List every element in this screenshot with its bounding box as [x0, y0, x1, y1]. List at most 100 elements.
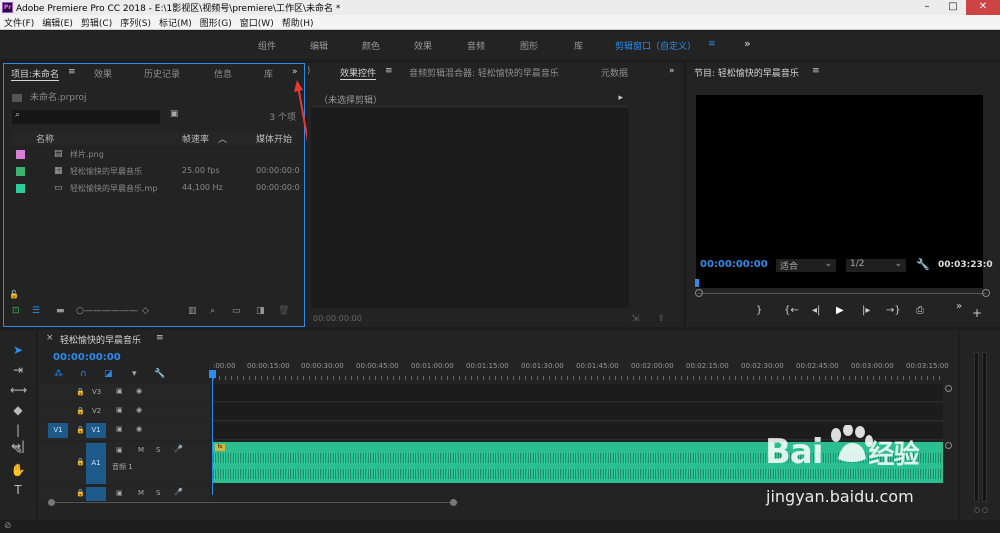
search-input[interactable]: ⌕	[12, 110, 160, 124]
solo-right-button[interactable]: ○	[982, 506, 988, 514]
menu-markers[interactable]: 标记(M)	[155, 16, 196, 29]
playhead-timecode[interactable]: 00:00:00:00	[700, 259, 768, 270]
workspace-audio[interactable]: 音频	[467, 39, 485, 52]
sync-lock-icon[interactable]: ▣	[116, 446, 123, 454]
step-back-icon[interactable]: ◂|	[812, 305, 820, 316]
new-search-bin-icon[interactable]: ▣	[170, 109, 179, 119]
tab-audio-clip-mixer[interactable]: 音频剪辑混合器: 轻松愉快的早晨音乐	[409, 66, 559, 79]
linked-selection-icon[interactable]: ◪	[104, 369, 113, 379]
sync-lock-icon[interactable]: ▣	[116, 489, 123, 497]
sort-up-icon[interactable]: ︿	[218, 132, 227, 145]
workspace-custom-active[interactable]: 剪辑窗口（自定义）	[615, 39, 696, 52]
label-color-swatch[interactable]	[16, 167, 25, 176]
menu-window[interactable]: 窗口(W)	[236, 16, 278, 29]
menu-edit[interactable]: 编辑(E)	[38, 16, 77, 29]
lock-icon[interactable]: 🔒	[76, 407, 85, 415]
vertical-scroll-handle[interactable]	[945, 385, 952, 392]
track-select-tool-icon[interactable]: ⇥	[10, 362, 26, 378]
razor-tool-icon[interactable]: ◆	[10, 402, 26, 418]
horizontal-scrollbar[interactable]	[48, 502, 458, 503]
solo-button[interactable]: S	[156, 446, 160, 454]
label-color-swatch[interactable]	[16, 184, 25, 193]
add-button-icon[interactable]: +	[972, 306, 982, 320]
close-icon[interactable]: ✕	[966, 0, 1000, 15]
go-to-out-icon[interactable]: →}	[886, 305, 901, 316]
restore-icon[interactable]: □	[940, 0, 966, 15]
workspace-more-icon[interactable]: »	[744, 37, 751, 50]
hand-tool-icon[interactable]: ✋	[10, 462, 26, 478]
workspace-editing[interactable]: 编辑	[310, 39, 328, 52]
step-forward-icon[interactable]: |▸	[862, 305, 870, 316]
menu-clip[interactable]: 剪辑(C)	[77, 16, 116, 29]
delete-icon[interactable]: 🗑	[278, 306, 289, 316]
wrench-icon[interactable]: 🔧	[154, 369, 165, 379]
track-name-v3[interactable]: V3	[92, 388, 101, 396]
program-scrub-bar[interactable]	[698, 293, 986, 294]
list-view-icon[interactable]: ☰	[32, 306, 40, 316]
project-item[interactable]: ▦ 轻松愉快的早晨音乐 25.00 fps 00:00:00:0	[12, 163, 300, 180]
vertical-scroll-handle[interactable]	[945, 442, 952, 449]
tab-metadata[interactable]: 元数据	[601, 66, 628, 79]
export-frame-icon[interactable]: ⎙	[916, 305, 924, 316]
nest-icon[interactable]: ⁂	[54, 369, 63, 379]
workspace-assembly[interactable]: 组件	[258, 39, 276, 52]
workspace-menu-icon[interactable]: ≡	[708, 39, 716, 49]
wrench-icon[interactable]: 🔧	[916, 258, 930, 271]
fit-dropdown[interactable]: 适合 ⌄	[776, 259, 836, 272]
scroll-handle-right[interactable]	[450, 499, 457, 506]
sync-lock-icon[interactable]: ▣	[116, 406, 123, 414]
menu-graphics[interactable]: 图形(G)	[196, 16, 236, 29]
project-item[interactable]: ▭ 轻松愉快的早晨音乐.mp 44,100 Hz 00:00:00:0	[12, 180, 300, 197]
tab-info[interactable]: 信息	[214, 67, 232, 80]
scrub-end-handle[interactable]	[982, 289, 990, 297]
solo-left-button[interactable]: ○	[974, 506, 980, 514]
snap-icon[interactable]: ∩	[80, 369, 87, 379]
tab-history[interactable]: 历史记录	[144, 67, 180, 80]
workspace-graphics[interactable]: 图形	[520, 39, 538, 52]
menu-help[interactable]: 帮助(H)	[278, 16, 318, 29]
sort-icons-icon[interactable]: ◇	[142, 306, 149, 316]
lock-icon[interactable]: 🔒	[76, 426, 85, 434]
microphone-icon[interactable]: 🎤	[174, 488, 183, 496]
microphone-icon[interactable]: 🎤	[174, 445, 183, 453]
play-triangle-icon[interactable]: ▸	[618, 93, 623, 103]
menu-file[interactable]: 文件(F)	[0, 16, 38, 29]
new-item-icon[interactable]: ◨	[256, 306, 265, 316]
tab-effects[interactable]: 效果	[94, 67, 112, 80]
track-target-a1[interactable]: A1	[86, 443, 106, 484]
column-frame-rate[interactable]: 帧速率	[182, 132, 209, 145]
mark-out-icon[interactable]: }	[756, 305, 762, 316]
timeline-timecode[interactable]: 00:00:00:00	[53, 352, 121, 363]
column-media-start[interactable]: 媒体开始	[256, 132, 292, 145]
export-icon[interactable]: ⇪	[657, 314, 665, 324]
icon-view-icon[interactable]: ▬	[56, 306, 65, 316]
eye-icon[interactable]: ◉	[136, 387, 142, 395]
play-icon[interactable]: ▶	[836, 305, 844, 316]
label-color-swatch[interactable]	[16, 150, 25, 159]
workspace-color[interactable]: 颜色	[362, 39, 380, 52]
track-row-v2[interactable]	[213, 403, 943, 421]
panel-menu-icon[interactable]: ≡	[812, 66, 820, 76]
track-target-v1[interactable]: V1	[86, 423, 106, 438]
find-icon[interactable]: ⌕	[210, 306, 215, 316]
time-ruler[interactable]: :00:00 00:00:15:00 00:00:30:00 00:00:45:…	[213, 362, 949, 380]
scrub-start-handle[interactable]	[695, 289, 703, 297]
track-name-v2[interactable]: V2	[92, 407, 101, 415]
track-row-v3[interactable]	[213, 384, 943, 402]
tab-sequence[interactable]: 轻松愉快的早晨音乐	[60, 333, 141, 346]
type-tool-icon[interactable]: T	[10, 482, 26, 498]
mute-button[interactable]: M	[138, 489, 144, 497]
eye-icon[interactable]: ◉	[136, 406, 142, 414]
go-to-in-icon[interactable]: {←	[784, 305, 799, 316]
project-item[interactable]: ▤ 样片.png	[12, 146, 296, 163]
tab-project[interactable]: 项目:未命名	[11, 67, 60, 81]
sync-lock-icon[interactable]: ▣	[116, 387, 123, 395]
panel-overflow-icon[interactable]: »	[669, 66, 675, 76]
tab-libraries[interactable]: 库	[264, 67, 273, 80]
scrub-playhead[interactable]	[695, 279, 699, 287]
panel-menu-icon[interactable]: ≡	[68, 67, 76, 77]
automate-icon[interactable]: ▥	[188, 306, 197, 316]
tab-effect-controls[interactable]: 效果控件	[340, 66, 377, 80]
lock-icon[interactable]: 🔒	[76, 458, 85, 466]
slip-tool-icon[interactable]: |↔|	[10, 422, 26, 453]
